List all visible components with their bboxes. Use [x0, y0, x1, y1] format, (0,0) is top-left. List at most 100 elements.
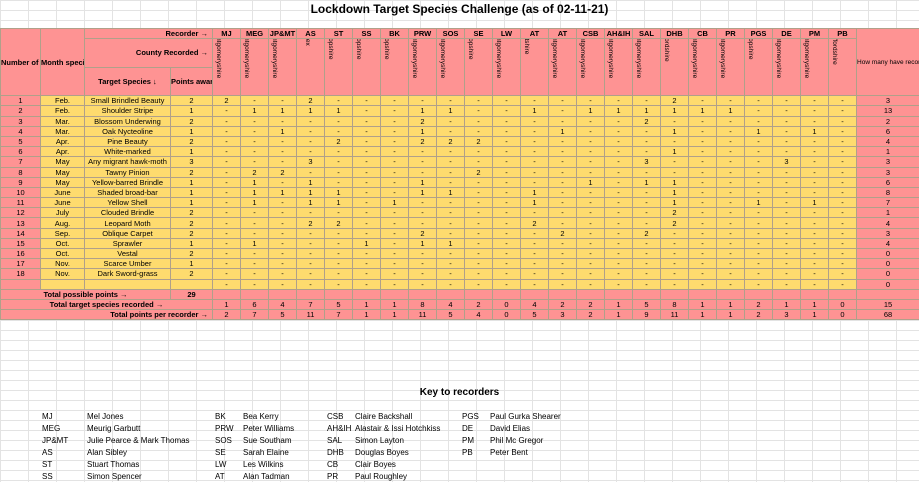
species-record-cell[interactable]: - — [633, 279, 661, 289]
species-record-cell[interactable]: - — [773, 96, 801, 106]
species-record-cell[interactable]: - — [465, 238, 493, 248]
species-record-cell[interactable]: - — [353, 249, 381, 259]
species-record-cell[interactable]: - — [633, 198, 661, 208]
species-record-cell[interactable]: - — [437, 218, 465, 228]
species-record-cell[interactable]: - — [773, 208, 801, 218]
species-record-cell[interactable]: - — [689, 198, 717, 208]
species-record-cell[interactable]: - — [213, 228, 241, 238]
species-record-cell[interactable]: - — [661, 238, 689, 248]
species-record-cell[interactable]: - — [773, 238, 801, 248]
species-record-cell[interactable]: - — [689, 259, 717, 269]
species-record-cell[interactable]: 1 — [241, 106, 269, 116]
species-record-cell[interactable]: - — [353, 147, 381, 157]
recorder-county[interactable]: Shropshire — [381, 39, 409, 96]
species-record-cell[interactable]: - — [801, 136, 829, 146]
species-record-cell[interactable]: - — [661, 249, 689, 259]
species-points[interactable]: 2 — [171, 228, 213, 238]
species-record-cell[interactable]: - — [689, 218, 717, 228]
species-recorded-count[interactable]: 1 — [857, 147, 919, 157]
recorder-county[interactable]: Shropshire — [325, 39, 353, 96]
species-record-cell[interactable]: - — [353, 116, 381, 126]
species-number[interactable]: 3 — [1, 116, 41, 126]
empty-cell[interactable] — [437, 289, 465, 299]
species-record-cell[interactable]: 3 — [773, 157, 801, 167]
species-record-cell[interactable]: - — [605, 116, 633, 126]
recorder-county[interactable]: Montgomeryshire — [437, 39, 465, 96]
species-record-cell[interactable]: - — [213, 167, 241, 177]
species-record-cell[interactable]: 1 — [745, 126, 773, 136]
species-record-cell[interactable]: - — [381, 167, 409, 177]
total-points-cell[interactable]: 9 — [633, 310, 661, 320]
species-record-cell[interactable]: 2 — [409, 228, 437, 238]
species-record-cell[interactable]: - — [521, 136, 549, 146]
species-record-cell[interactable]: 1 — [409, 238, 437, 248]
species-record-cell[interactable]: - — [549, 106, 577, 116]
species-record-cell[interactable]: - — [745, 106, 773, 116]
species-month[interactable]: Mar. — [41, 126, 85, 136]
species-record-cell[interactable]: - — [465, 208, 493, 218]
total-points-overall[interactable]: 68 — [857, 310, 919, 320]
species-record-cell[interactable]: 1 — [437, 187, 465, 197]
species-number[interactable]: 13 — [1, 218, 41, 228]
species-record-cell[interactable]: 1 — [297, 198, 325, 208]
species-recorded-count[interactable]: 8 — [857, 187, 919, 197]
species-record-cell[interactable]: - — [773, 279, 801, 289]
species-number[interactable]: 9 — [1, 177, 41, 187]
species-points[interactable]: 1 — [171, 259, 213, 269]
species-record-cell[interactable]: 1 — [745, 198, 773, 208]
recorder-county[interactable]: Montgomeryshire — [213, 39, 241, 96]
recorder-county[interactable]: Montgomeryshire — [241, 39, 269, 96]
species-record-cell[interactable]: - — [717, 269, 745, 279]
species-record-cell[interactable]: - — [465, 177, 493, 187]
species-record-cell[interactable]: 1 — [409, 187, 437, 197]
species-record-cell[interactable]: - — [717, 157, 745, 167]
species-record-cell[interactable]: - — [353, 106, 381, 116]
total-points-cell[interactable]: 0 — [493, 310, 521, 320]
species-record-cell[interactable]: - — [521, 279, 549, 289]
recorder-code[interactable]: PR — [717, 29, 745, 39]
species-record-cell[interactable]: - — [409, 218, 437, 228]
species-record-cell[interactable]: - — [381, 228, 409, 238]
species-record-cell[interactable]: - — [521, 126, 549, 136]
species-record-cell[interactable]: 1 — [633, 106, 661, 116]
species-record-cell[interactable]: - — [521, 147, 549, 157]
recorder-code[interactable]: MJ — [213, 29, 241, 39]
species-record-cell[interactable]: - — [773, 249, 801, 259]
species-record-cell[interactable]: - — [353, 218, 381, 228]
species-record-cell[interactable]: 1 — [269, 126, 297, 136]
recorder-code[interactable]: AS — [297, 29, 325, 39]
empty-cell[interactable] — [717, 289, 745, 299]
species-record-cell[interactable]: - — [549, 279, 577, 289]
species-record-cell[interactable]: - — [465, 147, 493, 157]
species-record-cell[interactable]: - — [325, 279, 353, 289]
target-species-header[interactable]: Target Species ↓ — [85, 67, 171, 96]
species-record-cell[interactable]: 1 — [437, 106, 465, 116]
species-record-cell[interactable]: - — [829, 238, 857, 248]
species-name[interactable]: Clouded Brindle — [85, 208, 171, 218]
recorder-code[interactable]: AH&IH — [605, 29, 633, 39]
species-record-cell[interactable]: - — [325, 177, 353, 187]
total-species-cell[interactable]: 1 — [353, 299, 381, 309]
species-record-cell[interactable]: - — [465, 228, 493, 238]
species-record-cell[interactable]: - — [297, 126, 325, 136]
species-record-cell[interactable]: - — [801, 157, 829, 167]
total-points-cell[interactable]: 1 — [605, 310, 633, 320]
total-points-cell[interactable]: 2 — [745, 310, 773, 320]
species-record-cell[interactable]: - — [409, 147, 437, 157]
species-record-cell[interactable]: 2 — [633, 228, 661, 238]
species-record-cell[interactable]: 2 — [213, 96, 241, 106]
species-record-cell[interactable]: - — [521, 96, 549, 106]
species-record-cell[interactable]: - — [213, 279, 241, 289]
species-record-cell[interactable]: - — [213, 269, 241, 279]
total-species-cell[interactable]: 1 — [381, 299, 409, 309]
species-points[interactable]: 3 — [171, 157, 213, 167]
species-record-cell[interactable]: - — [577, 126, 605, 136]
species-record-cell[interactable]: 1 — [605, 106, 633, 116]
species-record-cell[interactable]: - — [577, 218, 605, 228]
species-number[interactable]: 6 — [1, 147, 41, 157]
species-record-cell[interactable]: - — [297, 116, 325, 126]
species-record-cell[interactable]: - — [773, 228, 801, 238]
species-name[interactable]: Yellow Shell — [85, 198, 171, 208]
species-record-cell[interactable]: - — [801, 187, 829, 197]
species-record-cell[interactable]: - — [773, 259, 801, 269]
